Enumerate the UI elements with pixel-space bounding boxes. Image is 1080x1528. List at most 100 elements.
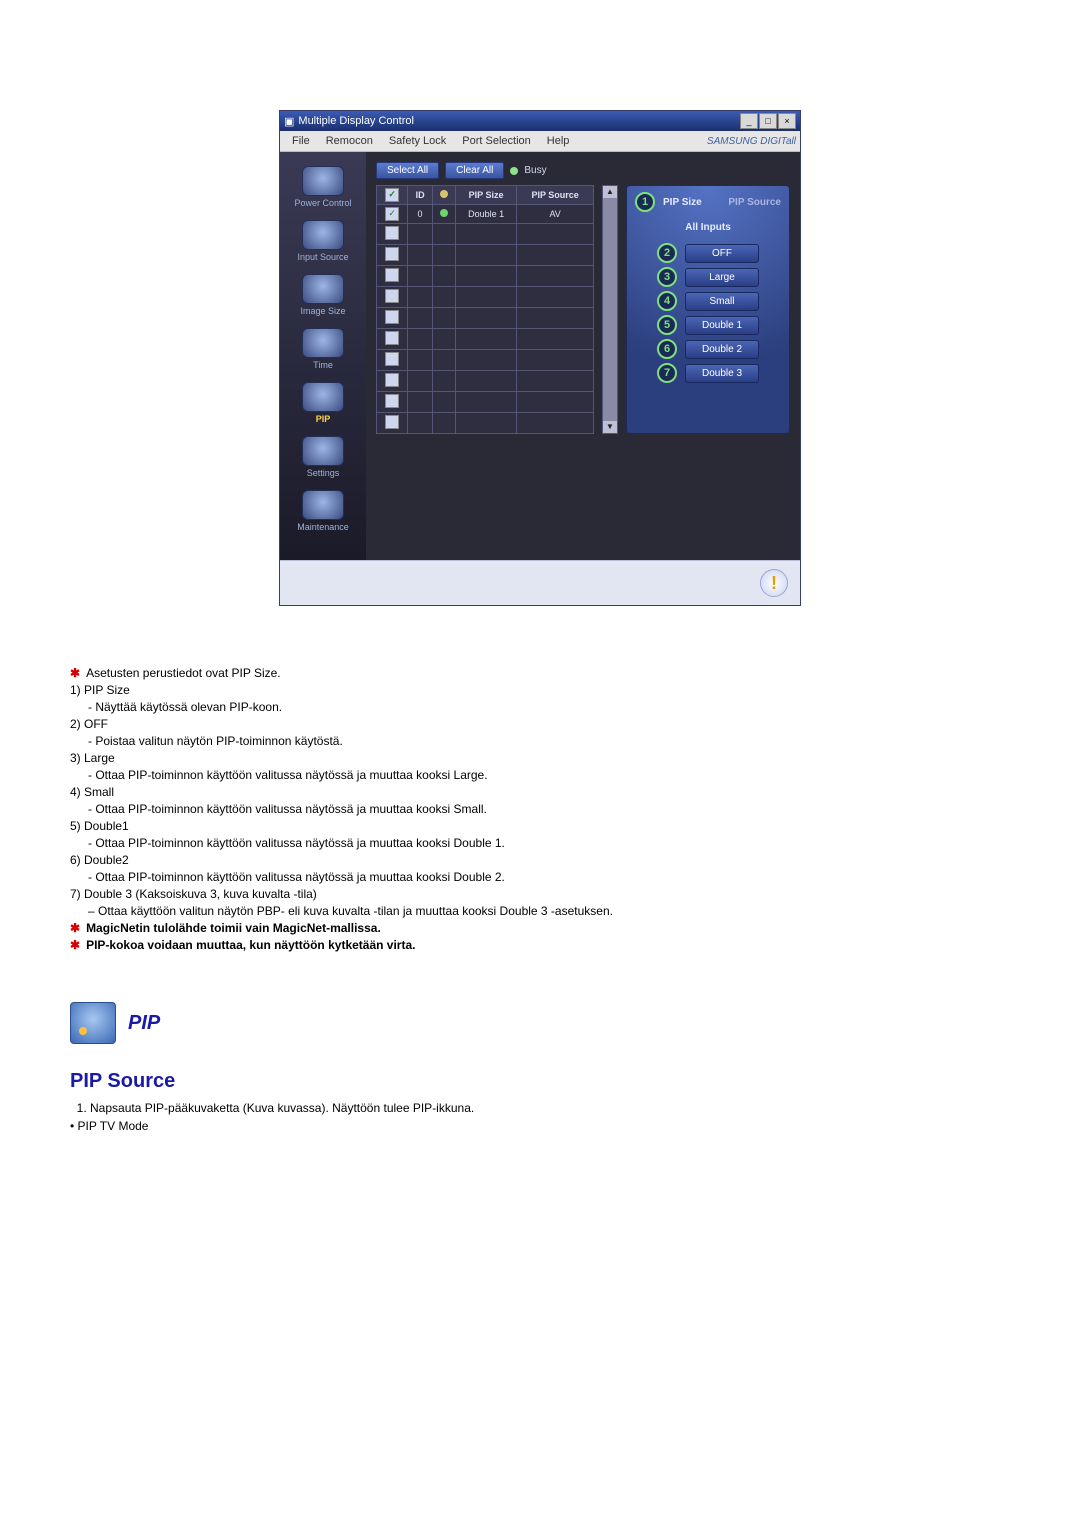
row-checkbox[interactable] (385, 226, 399, 240)
sidebar-item-time[interactable]: Time (280, 324, 366, 378)
col-pip-size: PIP Size (455, 186, 516, 205)
list-desc: - Poistaa valitun näytön PIP-toiminnon k… (88, 734, 1010, 748)
titlebar: ▣ Multiple Display Control _ □ × (280, 111, 800, 131)
list-item: 6) Double2 (70, 853, 1010, 867)
row-checkbox[interactable] (385, 207, 399, 221)
section-title: PIP (128, 1012, 160, 1035)
pip-double3-button[interactable]: Double 3 (685, 364, 759, 383)
status-bar: ! (280, 560, 800, 605)
sidebar-item-label: Maintenance (280, 522, 366, 532)
minimize-button[interactable]: _ (740, 113, 758, 129)
list-desc: - Ottaa PIP-toiminnon käyttöön valitussa… (88, 768, 1010, 782)
col-check (377, 186, 408, 205)
row-checkbox[interactable] (385, 373, 399, 387)
callout-7: 7 (657, 363, 677, 383)
note-text: MagicNetin tulolähde toimii vain MagicNe… (86, 921, 381, 935)
row-checkbox[interactable] (385, 415, 399, 429)
sidebar-item-label: Input Source (280, 252, 366, 262)
callout-5: 5 (657, 315, 677, 335)
sidebar-item-pip[interactable]: PIP (280, 378, 366, 432)
close-button[interactable]: × (778, 113, 796, 129)
table-row[interactable] (377, 371, 594, 392)
display-table: ID PIP Size PIP Source 0 Double 1 AV (376, 185, 594, 434)
row-checkbox[interactable] (385, 268, 399, 282)
sidebar-item-label: Settings (280, 468, 366, 478)
star-icon: ✱ (70, 938, 80, 952)
callout-1: 1 (635, 192, 655, 212)
pip-size-panel: 1 PIP Size PIP Source All Inputs 2OFF 3L… (626, 185, 790, 434)
time-icon (302, 328, 344, 358)
sidebar-item-maintenance[interactable]: Maintenance (280, 486, 366, 540)
row-checkbox[interactable] (385, 310, 399, 324)
star-icon: ✱ (70, 921, 80, 935)
pip-large-button[interactable]: Large (685, 268, 759, 287)
select-all-button[interactable]: Select All (376, 162, 439, 179)
sidebar-item-power-control[interactable]: Power Control (280, 162, 366, 216)
bullet-text: PIP TV Mode (78, 1119, 149, 1133)
table-row[interactable] (377, 350, 594, 371)
list-item: 1) PIP Size (70, 683, 1010, 697)
table-row[interactable] (377, 266, 594, 287)
pip-off-button[interactable]: OFF (685, 244, 759, 263)
row-checkbox[interactable] (385, 331, 399, 345)
menu-file[interactable]: File (284, 133, 318, 149)
table-row[interactable]: 0 Double 1 AV (377, 205, 594, 224)
image-size-icon (302, 274, 344, 304)
cell-id: 0 (408, 205, 433, 224)
list-desc: – Ottaa käyttöön valitun näytön PBP- eli… (88, 904, 1010, 918)
warning-icon: ! (760, 569, 788, 597)
table-scrollbar[interactable]: ▲ ▼ (602, 185, 618, 434)
star-icon: ✱ (70, 666, 80, 680)
table-row[interactable] (377, 392, 594, 413)
step-text: Napsauta PIP-pääkuvaketta (Kuva kuvassa)… (90, 1101, 1010, 1115)
pip-small-button[interactable]: Small (685, 292, 759, 311)
table-row[interactable] (377, 413, 594, 434)
list-item: 2) OFF (70, 717, 1010, 731)
clear-all-button[interactable]: Clear All (445, 162, 504, 179)
table-row[interactable] (377, 245, 594, 266)
table-row[interactable] (377, 224, 594, 245)
list-item: 7) Double 3 (Kaksoiskuva 3, kuva kuvalta… (70, 887, 1010, 901)
list-item: 4) Small (70, 785, 1010, 799)
pip-double1-button[interactable]: Double 1 (685, 316, 759, 335)
busy-indicator-icon (510, 167, 518, 175)
brand-label: SAMSUNG DIGITall (707, 136, 796, 147)
col-id: ID (408, 186, 433, 205)
menu-remocon[interactable]: Remocon (318, 133, 381, 149)
app-title: Multiple Display Control (298, 115, 414, 127)
sidebar-item-image-size[interactable]: Image Size (280, 270, 366, 324)
sidebar-item-label: PIP (280, 414, 366, 424)
sidebar-item-label: Image Size (280, 306, 366, 316)
sidebar-item-settings[interactable]: Settings (280, 432, 366, 486)
sidebar-item-label: Power Control (280, 198, 366, 208)
callout-3: 3 (657, 267, 677, 287)
table-row[interactable] (377, 287, 594, 308)
menu-help[interactable]: Help (539, 133, 578, 149)
menu-port-selection[interactable]: Port Selection (454, 133, 538, 149)
table-row[interactable] (377, 329, 594, 350)
table-row[interactable] (377, 308, 594, 329)
menubar: File Remocon Safety Lock Port Selection … (280, 131, 800, 152)
status-dot-icon (440, 209, 448, 217)
sidebar-item-input-source[interactable]: Input Source (280, 216, 366, 270)
app-icon: ▣ (284, 115, 294, 128)
maximize-button[interactable]: □ (759, 113, 777, 129)
row-checkbox[interactable] (385, 394, 399, 408)
list-desc: - Ottaa PIP-toiminnon käyttöön valitussa… (88, 870, 1010, 884)
menu-safety-lock[interactable]: Safety Lock (381, 133, 454, 149)
row-checkbox[interactable] (385, 352, 399, 366)
list-item: 5) Double1 (70, 819, 1010, 833)
pip-section-icon (70, 1002, 116, 1044)
scroll-up-icon[interactable]: ▲ (603, 186, 617, 198)
scroll-down-icon[interactable]: ▼ (603, 421, 617, 433)
panel-head-pip-size: PIP Size (663, 197, 702, 208)
list-desc: - Näyttää käytössä olevan PIP-koon. (88, 700, 1010, 714)
col-pip-source: PIP Source (517, 186, 594, 205)
pip-double2-button[interactable]: Double 2 (685, 340, 759, 359)
row-checkbox[interactable] (385, 247, 399, 261)
list-item: 3) Large (70, 751, 1010, 765)
input-source-icon (302, 220, 344, 250)
sidebar: Power Control Input Source Image Size Ti… (280, 152, 366, 560)
row-checkbox[interactable] (385, 289, 399, 303)
panel-head-pip-source: PIP Source (728, 197, 781, 208)
